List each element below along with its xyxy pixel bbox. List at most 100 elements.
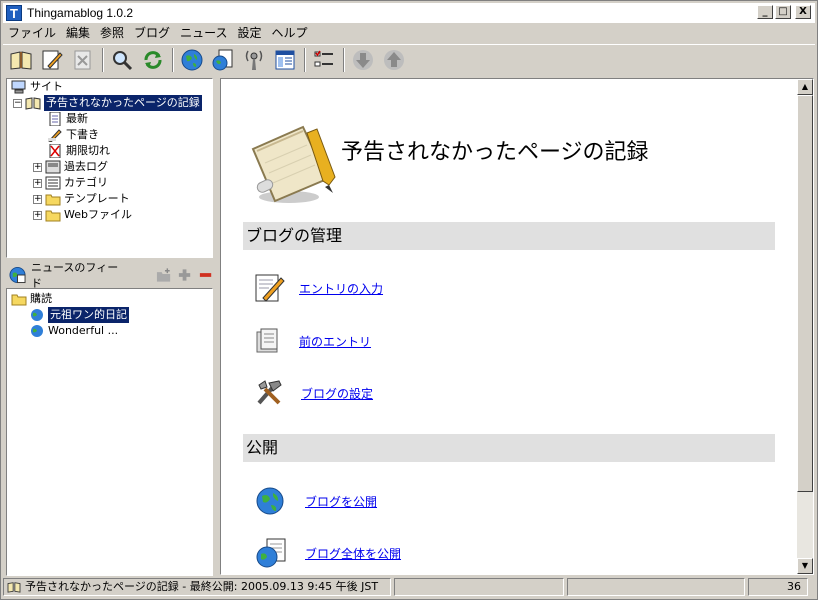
news-feed-label: Wonderful ...	[48, 324, 119, 337]
menu-view[interactable]: 参照	[95, 23, 129, 43]
delete-entry-icon[interactable]	[69, 46, 97, 74]
toolbar-separator	[102, 47, 104, 72]
menu-edit[interactable]: 編集	[61, 23, 95, 43]
tree-item-drafts[interactable]: 下書き	[7, 127, 212, 143]
status-count: 36	[748, 578, 808, 596]
tree-recent-label: 最新	[66, 112, 88, 125]
scroll-up-icon[interactable]: ▲	[797, 79, 813, 95]
action-new-entry[interactable]: エントリの入力	[253, 272, 383, 304]
tree-drafts-label: 下書き	[66, 128, 99, 141]
close-button[interactable]: X	[795, 5, 811, 19]
properties-icon[interactable]	[310, 46, 338, 74]
tree-item-archives[interactable]: + 過去ログ	[7, 159, 212, 175]
tree-item-templates[interactable]: + テンプレート	[7, 191, 212, 207]
folder-icon	[45, 194, 61, 206]
publish-all-icon[interactable]	[209, 46, 237, 74]
status-text: 予告されなかったページの記録 - 最終公開: 2005.09.13 9:45 午…	[25, 580, 379, 593]
toolbar	[3, 44, 815, 74]
minimize-button[interactable]: _	[757, 5, 773, 19]
main-content-pane: 予告されなかったページの記録 ブログの管理 エントリの入力 前のエントリ ブログ…	[220, 78, 814, 575]
tree-webfiles-label: Webファイル	[64, 208, 132, 221]
search-icon[interactable]	[108, 46, 136, 74]
app-icon: T	[6, 5, 22, 21]
action-publish-all[interactable]: ブログ全体を公開	[255, 537, 401, 569]
news-folder[interactable]: 購読	[7, 291, 212, 307]
expand-icon[interactable]: +	[33, 210, 42, 220]
maximize-button[interactable]: □	[775, 5, 791, 19]
write-entry-icon	[255, 274, 285, 302]
toolbar-separator	[343, 47, 345, 72]
news-feed-item[interactable]: Wonderful ...	[7, 323, 212, 339]
tree-item-webfiles[interactable]: + Webファイル	[7, 207, 212, 223]
menu-blog[interactable]: ブログ	[129, 23, 175, 43]
move-down-icon[interactable]	[349, 46, 377, 74]
section-publish: 公開	[243, 434, 775, 462]
publish-blog-link[interactable]: ブログを公開	[305, 493, 377, 510]
section-blog-management: ブログの管理	[243, 222, 775, 250]
title-bar[interactable]: T Thingamablog 1.0.2 _ □ X	[3, 3, 815, 23]
tree-templates-label: テンプレート	[64, 192, 130, 205]
menu-help[interactable]: ヘルプ	[266, 23, 312, 43]
globe-icon	[256, 487, 284, 515]
globe-icon	[31, 325, 43, 337]
new-entry-link[interactable]: エントリの入力	[299, 280, 383, 297]
toolbar-separator	[304, 47, 306, 72]
publish-all-link[interactable]: ブログ全体を公開	[305, 545, 401, 562]
expand-icon[interactable]: +	[33, 162, 42, 172]
news-feed-label: 元祖ワン的日記	[48, 307, 129, 323]
window-title: Thingamablog 1.0.2	[27, 6, 134, 20]
news-feed-title: ニュースのフィード	[30, 261, 119, 290]
layout-icon[interactable]	[271, 46, 299, 74]
collapse-icon[interactable]: −	[13, 98, 22, 108]
app-window: T Thingamablog 1.0.2 _ □ X ファイル 編集 参照 ブロ…	[0, 0, 818, 600]
tree-root-label: サイト	[30, 80, 63, 93]
tree-expired-label: 期限切れ	[66, 144, 110, 157]
vertical-scrollbar[interactable]: ▲ ▼	[797, 79, 813, 574]
status-bar: 予告されなかったページの記録 - 最終公開: 2005.09.13 9:45 午…	[3, 576, 815, 598]
tree-root-site[interactable]: サイト	[7, 79, 212, 95]
expired-document-icon	[49, 144, 61, 158]
previous-entries-icon	[256, 328, 278, 353]
document-icon	[49, 112, 61, 126]
publish-globe-icon[interactable]	[178, 46, 206, 74]
status-main-cell: 予告されなかったページの記録 - 最終公開: 2005.09.13 9:45 午…	[3, 578, 391, 596]
action-publish-blog[interactable]: ブログを公開	[255, 486, 377, 516]
blog-settings-link[interactable]: ブログの設定	[301, 385, 373, 402]
tree-blog-label: 予告されなかったページの記録	[44, 95, 202, 111]
menu-file[interactable]: ファイル	[3, 23, 61, 43]
tools-icon	[257, 380, 282, 405]
site-tree-pane: サイト − 予告されなかったページの記録 最新 下書き 期限切れ + 過去ログ …	[6, 78, 213, 258]
tree-item-categories[interactable]: + カテゴリ	[7, 175, 212, 191]
action-previous-entries[interactable]: 前のエントリ	[253, 326, 371, 356]
refresh-icon[interactable]	[139, 46, 167, 74]
remove-icon[interactable]	[198, 267, 213, 283]
edit-entry-icon[interactable]	[38, 46, 66, 74]
status-cell-empty	[394, 578, 564, 596]
news-folder-label: 購読	[30, 292, 52, 305]
add-icon[interactable]	[177, 267, 192, 283]
expand-icon[interactable]: +	[33, 178, 42, 188]
action-blog-settings[interactable]: ブログの設定	[253, 377, 373, 409]
tree-item-recent[interactable]: 最新	[7, 111, 212, 127]
move-up-icon[interactable]	[380, 46, 408, 74]
publish-all-icon	[256, 538, 286, 568]
notepad-pencil-icon	[251, 125, 336, 203]
add-folder-icon[interactable]	[156, 267, 171, 283]
expand-icon[interactable]: +	[33, 194, 42, 204]
tree-item-blog[interactable]: − 予告されなかったページの記録	[7, 95, 212, 111]
category-list-icon	[45, 176, 61, 190]
open-book-icon	[7, 582, 21, 593]
open-book-icon[interactable]	[7, 46, 35, 74]
globe-icon	[31, 309, 43, 321]
tree-categories-label: カテゴリ	[64, 176, 108, 189]
news-feed-item[interactable]: 元祖ワン的日記	[7, 307, 212, 323]
scroll-down-icon[interactable]: ▼	[797, 558, 813, 574]
menu-settings[interactable]: 設定	[232, 23, 266, 43]
computer-icon	[11, 80, 26, 94]
ping-icon[interactable]	[240, 46, 268, 74]
toolbar-separator	[172, 47, 174, 72]
previous-entries-link[interactable]: 前のエントリ	[299, 333, 371, 350]
scroll-thumb[interactable]	[797, 95, 813, 492]
tree-item-expired[interactable]: 期限切れ	[7, 143, 212, 159]
menu-news[interactable]: ニュース	[175, 23, 232, 43]
